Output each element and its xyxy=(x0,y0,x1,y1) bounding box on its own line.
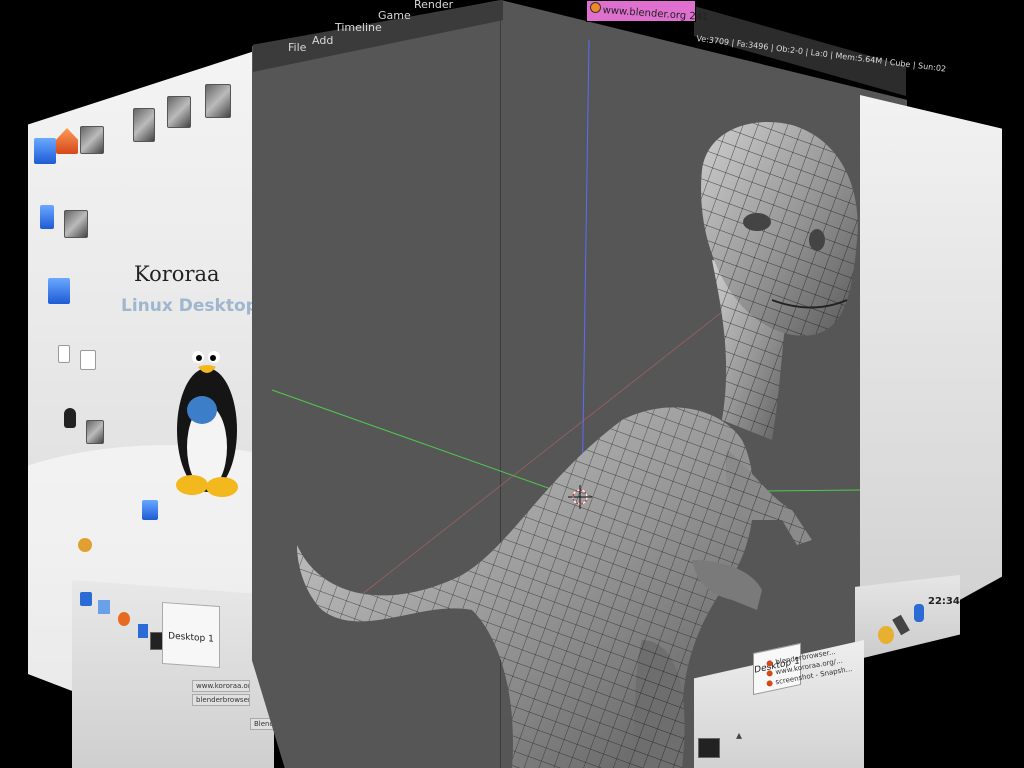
tux-penguin-logo xyxy=(176,351,238,497)
brand-title: Kororaa xyxy=(134,262,220,286)
tux-icon[interactable] xyxy=(64,408,76,428)
document-icon[interactable] xyxy=(58,345,70,363)
image-file-icon[interactable] xyxy=(167,96,191,128)
computer-icon[interactable] xyxy=(34,138,56,164)
image-file-icon[interactable] xyxy=(205,84,231,118)
z-axis-line xyxy=(581,39,590,501)
brand-subtitle: Linux Desktop xyxy=(121,296,258,316)
network-icon[interactable] xyxy=(914,604,924,622)
clipboard-icon[interactable] xyxy=(878,626,894,644)
task-list: blenderbrowser... www.kororaa.org/... sc… xyxy=(766,648,876,690)
image-file-icon[interactable] xyxy=(80,126,104,154)
clock[interactable]: 22:34 xyxy=(928,596,960,607)
y-axis-line xyxy=(271,389,583,501)
image-file-icon[interactable] xyxy=(86,420,104,444)
taskbar-task[interactable]: blenderbrowser... xyxy=(192,694,250,706)
trash-icon[interactable] xyxy=(40,205,54,229)
pager-arrow-icon[interactable]: ▴ xyxy=(736,728,742,742)
folder-icon[interactable] xyxy=(98,600,110,614)
pager-label: Desktop 1 xyxy=(168,631,214,645)
taskbar-task[interactable]: www.kororaa.org/... xyxy=(192,680,250,692)
document-icon[interactable] xyxy=(80,350,96,370)
globe-icon[interactable] xyxy=(78,538,92,552)
folder-icon[interactable] xyxy=(48,278,70,304)
right-cube-face xyxy=(860,95,1002,655)
image-file-icon[interactable] xyxy=(64,210,88,238)
firefox-icon[interactable] xyxy=(118,612,130,626)
network-icon[interactable] xyxy=(142,500,158,520)
terminal-icon[interactable] xyxy=(698,738,720,758)
image-file-icon[interactable] xyxy=(133,108,155,142)
desktop-pager-left[interactable]: Desktop 1 xyxy=(162,601,220,669)
kmenu-icon[interactable] xyxy=(80,592,92,606)
konqueror-icon[interactable] xyxy=(138,624,148,638)
